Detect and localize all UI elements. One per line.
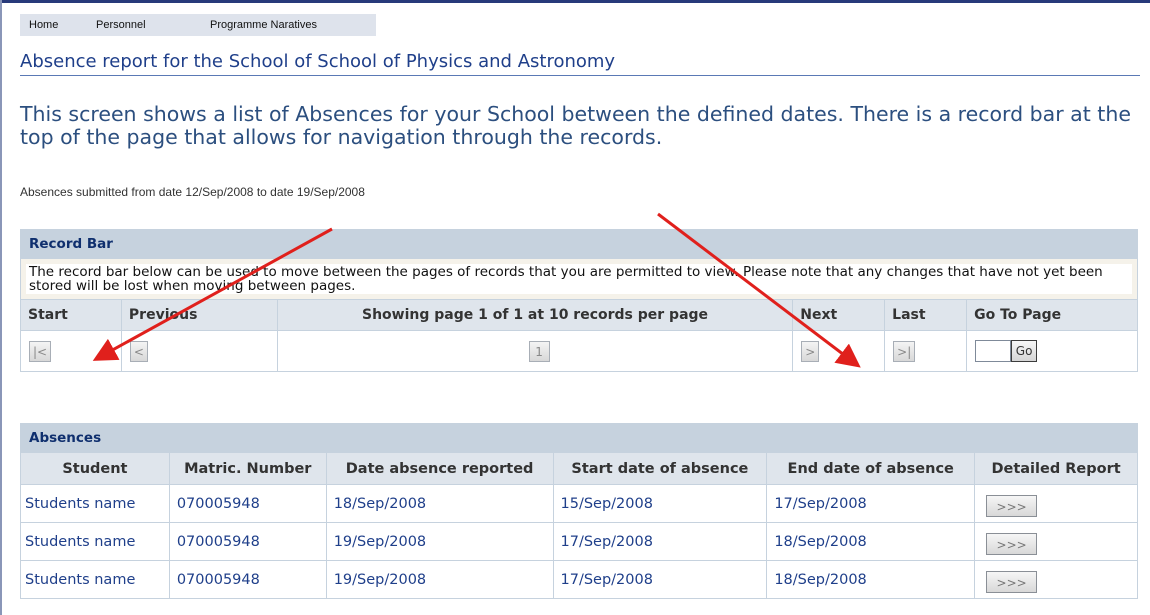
date-reported: 18/Sep/2008 [325, 484, 554, 523]
student-name: Students name [20, 484, 170, 523]
table-row: Students name 070005948 18/Sep/2008 15/S… [20, 484, 1138, 523]
matric-number: 070005948 [168, 522, 327, 561]
col-start: Start [20, 299, 122, 331]
top-nav-bar: Home Personnel Programme Naratives [20, 14, 376, 36]
end-date: 17/Sep/2008 [766, 484, 976, 523]
page-cell: 1 [276, 330, 794, 372]
start-cell: |< [20, 330, 122, 372]
record-bar-table: Record Bar The record bar below can be u… [20, 229, 1138, 372]
col-date-reported: Date absence reported [325, 452, 554, 485]
matric-number: 070005948 [168, 484, 327, 523]
last-cell: >| [884, 330, 968, 372]
student-name: Students name [20, 560, 170, 599]
go-button[interactable]: Go [1011, 340, 1038, 362]
next-cell: > [792, 330, 886, 372]
first-page-button[interactable]: |< [29, 340, 52, 362]
nav-item-programme-naratives[interactable]: Programme Naratives [210, 19, 317, 31]
window-top-border [0, 0, 1150, 3]
matric-number: 070005948 [168, 560, 327, 599]
next-page-button[interactable]: > [801, 340, 820, 362]
col-start-date: Start date of absence [552, 452, 768, 485]
nav-item-home[interactable]: Home [29, 19, 58, 31]
student-name: Students name [20, 522, 170, 561]
col-previous: Previous [120, 299, 278, 331]
end-date: 18/Sep/2008 [766, 560, 976, 599]
col-last: Last [884, 299, 968, 331]
detailed-report-button[interactable]: >>> [986, 532, 1038, 555]
record-bar-note: The record bar below can be used to move… [20, 258, 1138, 300]
page-1-button[interactable]: 1 [528, 340, 550, 362]
col-go-to-page: Go To Page [966, 299, 1138, 331]
table-row: Students name 070005948 19/Sep/2008 17/S… [20, 560, 1138, 599]
col-next: Next [792, 299, 886, 331]
detailed-report-button[interactable]: >>> [986, 494, 1038, 517]
end-date: 18/Sep/2008 [766, 522, 976, 561]
date-reported: 19/Sep/2008 [325, 522, 554, 561]
col-showing: Showing page 1 of 1 at 10 records per pa… [276, 299, 794, 331]
table-row: Students name 070005948 19/Sep/2008 17/S… [20, 522, 1138, 561]
start-date: 17/Sep/2008 [552, 560, 768, 599]
col-end-date: End date of absence [766, 452, 976, 485]
record-bar-heading: Record Bar [20, 229, 1138, 259]
date-reported: 19/Sep/2008 [325, 560, 554, 599]
detailed-report-button[interactable]: >>> [986, 570, 1038, 593]
col-matric-number: Matric. Number [168, 452, 327, 485]
page-title: Absence report for the School of School … [20, 51, 1140, 76]
detail-cell: >>> [974, 560, 1138, 599]
last-page-button[interactable]: >| [893, 340, 916, 362]
detail-cell: >>> [974, 522, 1138, 561]
absences-table: Absences Student Matric. Number Date abs… [20, 423, 1138, 599]
previous-page-button[interactable]: < [129, 340, 148, 362]
go-to-page-input[interactable] [975, 340, 1012, 362]
start-date: 15/Sep/2008 [552, 484, 768, 523]
previous-cell: < [120, 330, 278, 372]
start-date: 17/Sep/2008 [552, 522, 768, 561]
window-left-border [0, 0, 2, 615]
col-detailed-report: Detailed Report [974, 452, 1138, 485]
go-to-page-cell: Go [966, 330, 1138, 372]
detail-cell: >>> [974, 484, 1138, 523]
nav-item-personnel[interactable]: Personnel [96, 19, 146, 31]
intro-text: This screen shows a list of Absences for… [20, 102, 1131, 149]
col-student: Student [20, 452, 170, 485]
absences-heading: Absences [20, 423, 1138, 453]
date-range-text: Absences submitted from date 12/Sep/2008… [20, 185, 365, 199]
